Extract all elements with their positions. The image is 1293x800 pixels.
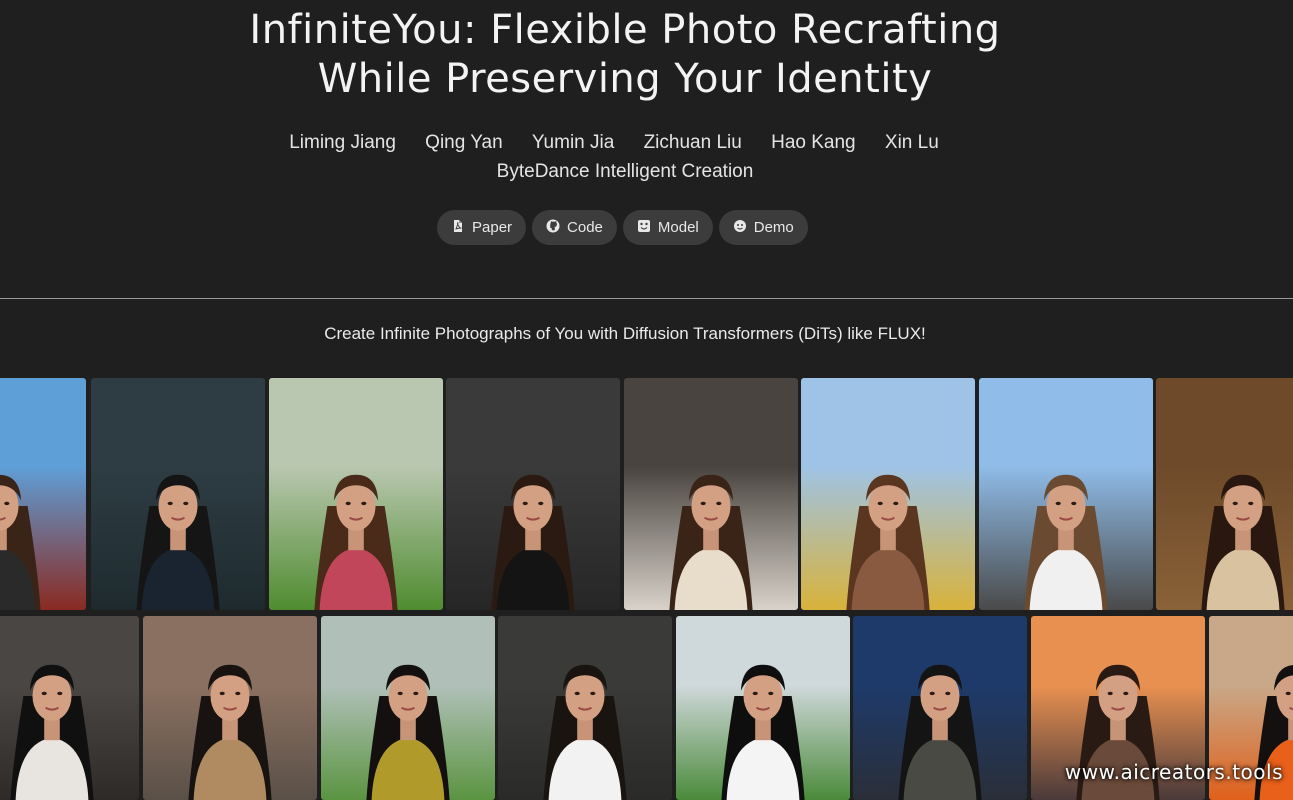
gallery-photo [1156, 378, 1293, 610]
author-name[interactable]: Yumin Jia [532, 132, 614, 153]
paper-button[interactable]: Paper [437, 210, 527, 245]
link-buttons: Paper Code Model Demo [437, 210, 808, 245]
code-button-label: Code [567, 219, 603, 236]
model-icon [637, 219, 651, 237]
gallery-photo [446, 378, 620, 610]
title-line-1: InfiniteYou: Flexible Photo Recrafting [249, 7, 1001, 53]
author-name[interactable]: Xin Lu [885, 132, 939, 153]
gallery-photo [0, 378, 86, 610]
gallery-photo [979, 378, 1153, 610]
author-name[interactable]: Zichuan Liu [644, 132, 742, 153]
gallery-photo [91, 378, 265, 610]
tagline: Create Infinite Photographs of You with … [324, 324, 926, 343]
affiliation: ByteDance Intelligent Creation [496, 161, 754, 182]
author-list: Liming Jiang Qing Yan Yumin Jia Zichuan … [0, 131, 1228, 155]
gallery-photo [676, 616, 850, 800]
demo-icon [733, 219, 747, 237]
gallery-photo [269, 378, 443, 610]
demo-button-label: Demo [753, 219, 794, 236]
page-title: InfiniteYou: Flexible Photo Recrafting W… [0, 6, 1250, 104]
author-name[interactable]: Hao Kang [771, 132, 856, 153]
photo-gallery [0, 378, 1293, 800]
gallery-photo [0, 616, 139, 800]
author-name[interactable]: Liming Jiang [289, 132, 396, 153]
hero-header: InfiniteYou: Flexible Photo Recrafting W… [0, 0, 1293, 298]
gallery-photo [853, 616, 1027, 800]
gallery-photo [624, 378, 798, 610]
gallery-photo [801, 378, 975, 610]
section-divider [0, 298, 1293, 299]
title-line-2: While Preserving Your Identity [317, 56, 933, 102]
paper-button-label: Paper [472, 219, 513, 236]
pdf-file-icon [451, 219, 465, 237]
author-name[interactable]: Qing Yan [425, 132, 502, 153]
gallery-photo [498, 616, 672, 800]
demo-button[interactable]: Demo [718, 210, 808, 245]
watermark: www.aicreators.tools [1064, 760, 1283, 784]
gallery-photo [321, 616, 495, 800]
gallery-photo [143, 616, 317, 800]
model-button[interactable]: Model [622, 210, 713, 245]
code-button[interactable]: Code [532, 210, 617, 245]
github-icon [546, 219, 560, 237]
model-button-label: Model [657, 219, 699, 236]
